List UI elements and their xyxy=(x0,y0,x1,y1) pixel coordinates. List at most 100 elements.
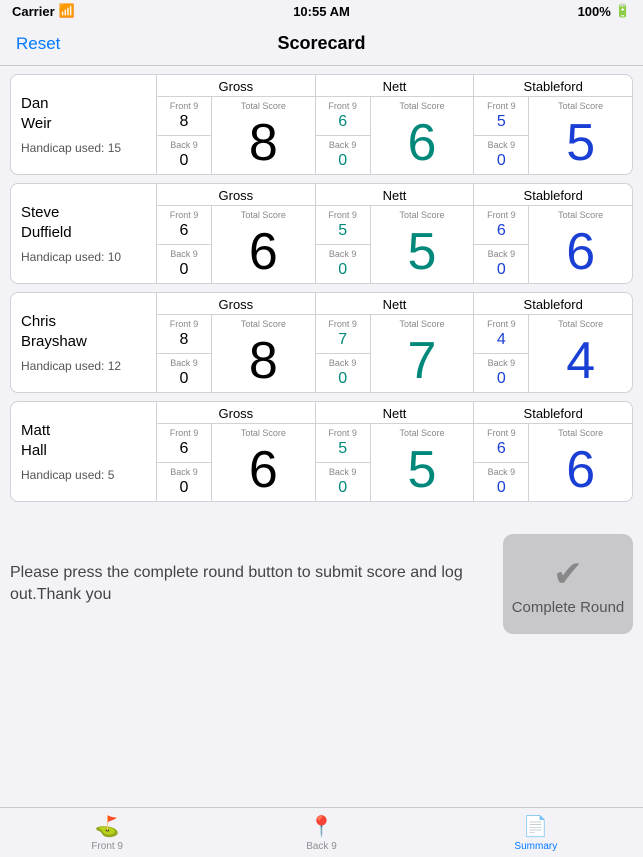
stableford-total-value-2: 6 xyxy=(566,226,595,278)
stableford-sub-2: Front 9 6 Back 9 0 xyxy=(474,206,529,283)
gross-total-2: Total Score 6 xyxy=(212,206,315,283)
stableford-section-4: Stableford Front 9 6 Back 9 0 Total Sc xyxy=(474,402,632,501)
nett-section-3: Nett Front 9 7 Back 9 0 Total Score xyxy=(316,293,475,392)
bottom-section: Please press the complete round button t… xyxy=(0,518,643,650)
stableford-front9-label-1: Front 9 xyxy=(487,101,516,111)
gross-back9-label-1: Back 9 xyxy=(170,140,198,150)
complete-round-button[interactable]: ✔ Complete Round xyxy=(503,534,633,634)
nett-header-3: Nett xyxy=(316,293,474,315)
gross-total-value-4: 6 xyxy=(249,444,278,496)
gross-back9-value-4: 0 xyxy=(180,479,189,497)
stableford-back9-label-4: Back 9 xyxy=(488,467,516,477)
stableford-back9-value-2: 0 xyxy=(497,261,506,279)
gross-header-1: Gross xyxy=(157,75,315,97)
player-info-2: SteveDuffield Handicap used: 10 xyxy=(11,184,156,283)
gross-front9-label-2: Front 9 xyxy=(170,210,199,220)
nett-back9-label-3: Back 9 xyxy=(329,358,357,368)
stableford-total-4: Total Score 6 xyxy=(529,424,632,501)
player-card-1: DanWeir Handicap used: 15 Gross Front 9 … xyxy=(10,74,633,175)
nett-total-1: Total Score 6 xyxy=(371,97,474,174)
checkmark-icon: ✔ xyxy=(553,553,583,595)
nett-front9-4: Front 9 5 xyxy=(316,424,370,463)
nett-total-label-1: Total Score xyxy=(399,101,444,111)
stableford-back9-label-2: Back 9 xyxy=(488,249,516,259)
player-handicap-2: Handicap used: 10 xyxy=(21,250,146,264)
stableford-total-value-4: 6 xyxy=(566,444,595,496)
nett-section-4: Nett Front 9 5 Back 9 0 Total Score xyxy=(316,402,475,501)
wifi-icon: 📶 xyxy=(59,3,75,19)
stableford-back9-value-4: 0 xyxy=(497,479,506,497)
nett-front9-label-2: Front 9 xyxy=(328,210,357,220)
status-bar: Carrier 📶 10:55 AM 100% 🔋 xyxy=(0,0,643,22)
stableford-front9-value-1: 5 xyxy=(497,113,506,131)
player-name-1: DanWeir xyxy=(21,94,146,133)
nett-total-4: Total Score 5 xyxy=(371,424,474,501)
gross-section-3: Gross Front 9 8 Back 9 0 Total Score xyxy=(157,293,316,392)
tab-summary[interactable]: 📄 Summary xyxy=(429,808,643,857)
player-handicap-3: Handicap used: 12 xyxy=(21,359,146,373)
gross-total-value-2: 6 xyxy=(249,226,278,278)
stableford-back9-3: Back 9 0 xyxy=(474,354,528,392)
stableford-total-value-3: 4 xyxy=(566,335,595,387)
nett-front9-label-3: Front 9 xyxy=(328,319,357,329)
player-info-1: DanWeir Handicap used: 15 xyxy=(11,75,156,174)
tab-front9[interactable]: ⛳ Front 9 xyxy=(0,808,214,857)
gross-total-label-1: Total Score xyxy=(241,101,286,111)
player-info-3: ChrisBrayshaw Handicap used: 12 xyxy=(11,293,156,392)
stableford-section-2: Stableford Front 9 6 Back 9 0 Total Sc xyxy=(474,184,632,283)
nett-front9-value-3: 7 xyxy=(338,331,347,349)
reset-button[interactable]: Reset xyxy=(16,34,60,54)
stableford-total-2: Total Score 6 xyxy=(529,206,632,283)
nett-total-2: Total Score 5 xyxy=(371,206,474,283)
gross-front9-label-4: Front 9 xyxy=(170,428,199,438)
nett-front9-label-1: Front 9 xyxy=(328,101,357,111)
gross-back9-value-3: 0 xyxy=(180,370,189,388)
status-carrier: Carrier 📶 xyxy=(12,3,75,19)
nett-back9-value-3: 0 xyxy=(338,370,347,388)
nett-back9-value-4: 0 xyxy=(338,479,347,497)
nett-header-4: Nett xyxy=(316,402,474,424)
nett-total-label-2: Total Score xyxy=(399,210,444,220)
gross-row-2: Front 9 6 Back 9 0 Total Score 6 xyxy=(157,206,315,283)
nett-back9-label-4: Back 9 xyxy=(329,467,357,477)
gross-back9-label-3: Back 9 xyxy=(170,358,198,368)
player-handicap-4: Handicap used: 5 xyxy=(21,468,146,482)
nett-front9-value-4: 5 xyxy=(338,440,347,458)
gross-back9-label-4: Back 9 xyxy=(170,467,198,477)
nett-section-1: Nett Front 9 6 Back 9 0 Total Score xyxy=(316,75,475,174)
gross-front9-2: Front 9 6 xyxy=(157,206,211,245)
nett-front9-2: Front 9 5 xyxy=(316,206,370,245)
gross-front9-3: Front 9 8 xyxy=(157,315,211,354)
nett-sub-1: Front 9 6 Back 9 0 xyxy=(316,97,371,174)
carrier-text: Carrier xyxy=(12,4,55,19)
gross-front9-value-4: 6 xyxy=(180,440,189,458)
player-card-2: SteveDuffield Handicap used: 10 Gross Fr… xyxy=(10,183,633,284)
stableford-row-2: Front 9 6 Back 9 0 Total Score 6 xyxy=(474,206,632,283)
stableford-total-label-4: Total Score xyxy=(558,428,603,438)
stableford-total-label-2: Total Score xyxy=(558,210,603,220)
player-info-4: MattHall Handicap used: 5 xyxy=(11,402,156,501)
stableford-header-1: Stableford xyxy=(474,75,632,97)
gross-total-value-1: 8 xyxy=(249,117,278,169)
tab-icon-back9: 📍 xyxy=(309,814,334,839)
tab-icon-summary: 📄 xyxy=(523,814,548,839)
gross-total-label-2: Total Score xyxy=(241,210,286,220)
nett-sub-3: Front 9 7 Back 9 0 xyxy=(316,315,371,392)
gross-back9-value-1: 0 xyxy=(180,152,189,170)
stableford-front9-label-2: Front 9 xyxy=(487,210,516,220)
stableford-back9-value-1: 0 xyxy=(497,152,506,170)
nett-row-4: Front 9 5 Back 9 0 Total Score 5 xyxy=(316,424,474,501)
page-title: Scorecard xyxy=(277,33,365,54)
gross-back9-3: Back 9 0 xyxy=(157,354,211,392)
nett-total-value-2: 5 xyxy=(408,226,437,278)
gross-back9-label-2: Back 9 xyxy=(170,249,198,259)
stableford-header-2: Stableford xyxy=(474,184,632,206)
tab-icon-front9: ⛳ xyxy=(95,814,120,839)
stableford-back9-label-1: Back 9 xyxy=(488,140,516,150)
nett-front9-3: Front 9 7 xyxy=(316,315,370,354)
gross-sub-3: Front 9 8 Back 9 0 xyxy=(157,315,212,392)
player-handicap-1: Handicap used: 15 xyxy=(21,141,146,155)
tab-back9[interactable]: 📍 Back 9 xyxy=(214,808,428,857)
stableford-sub-4: Front 9 6 Back 9 0 xyxy=(474,424,529,501)
nett-front9-value-1: 6 xyxy=(338,113,347,131)
